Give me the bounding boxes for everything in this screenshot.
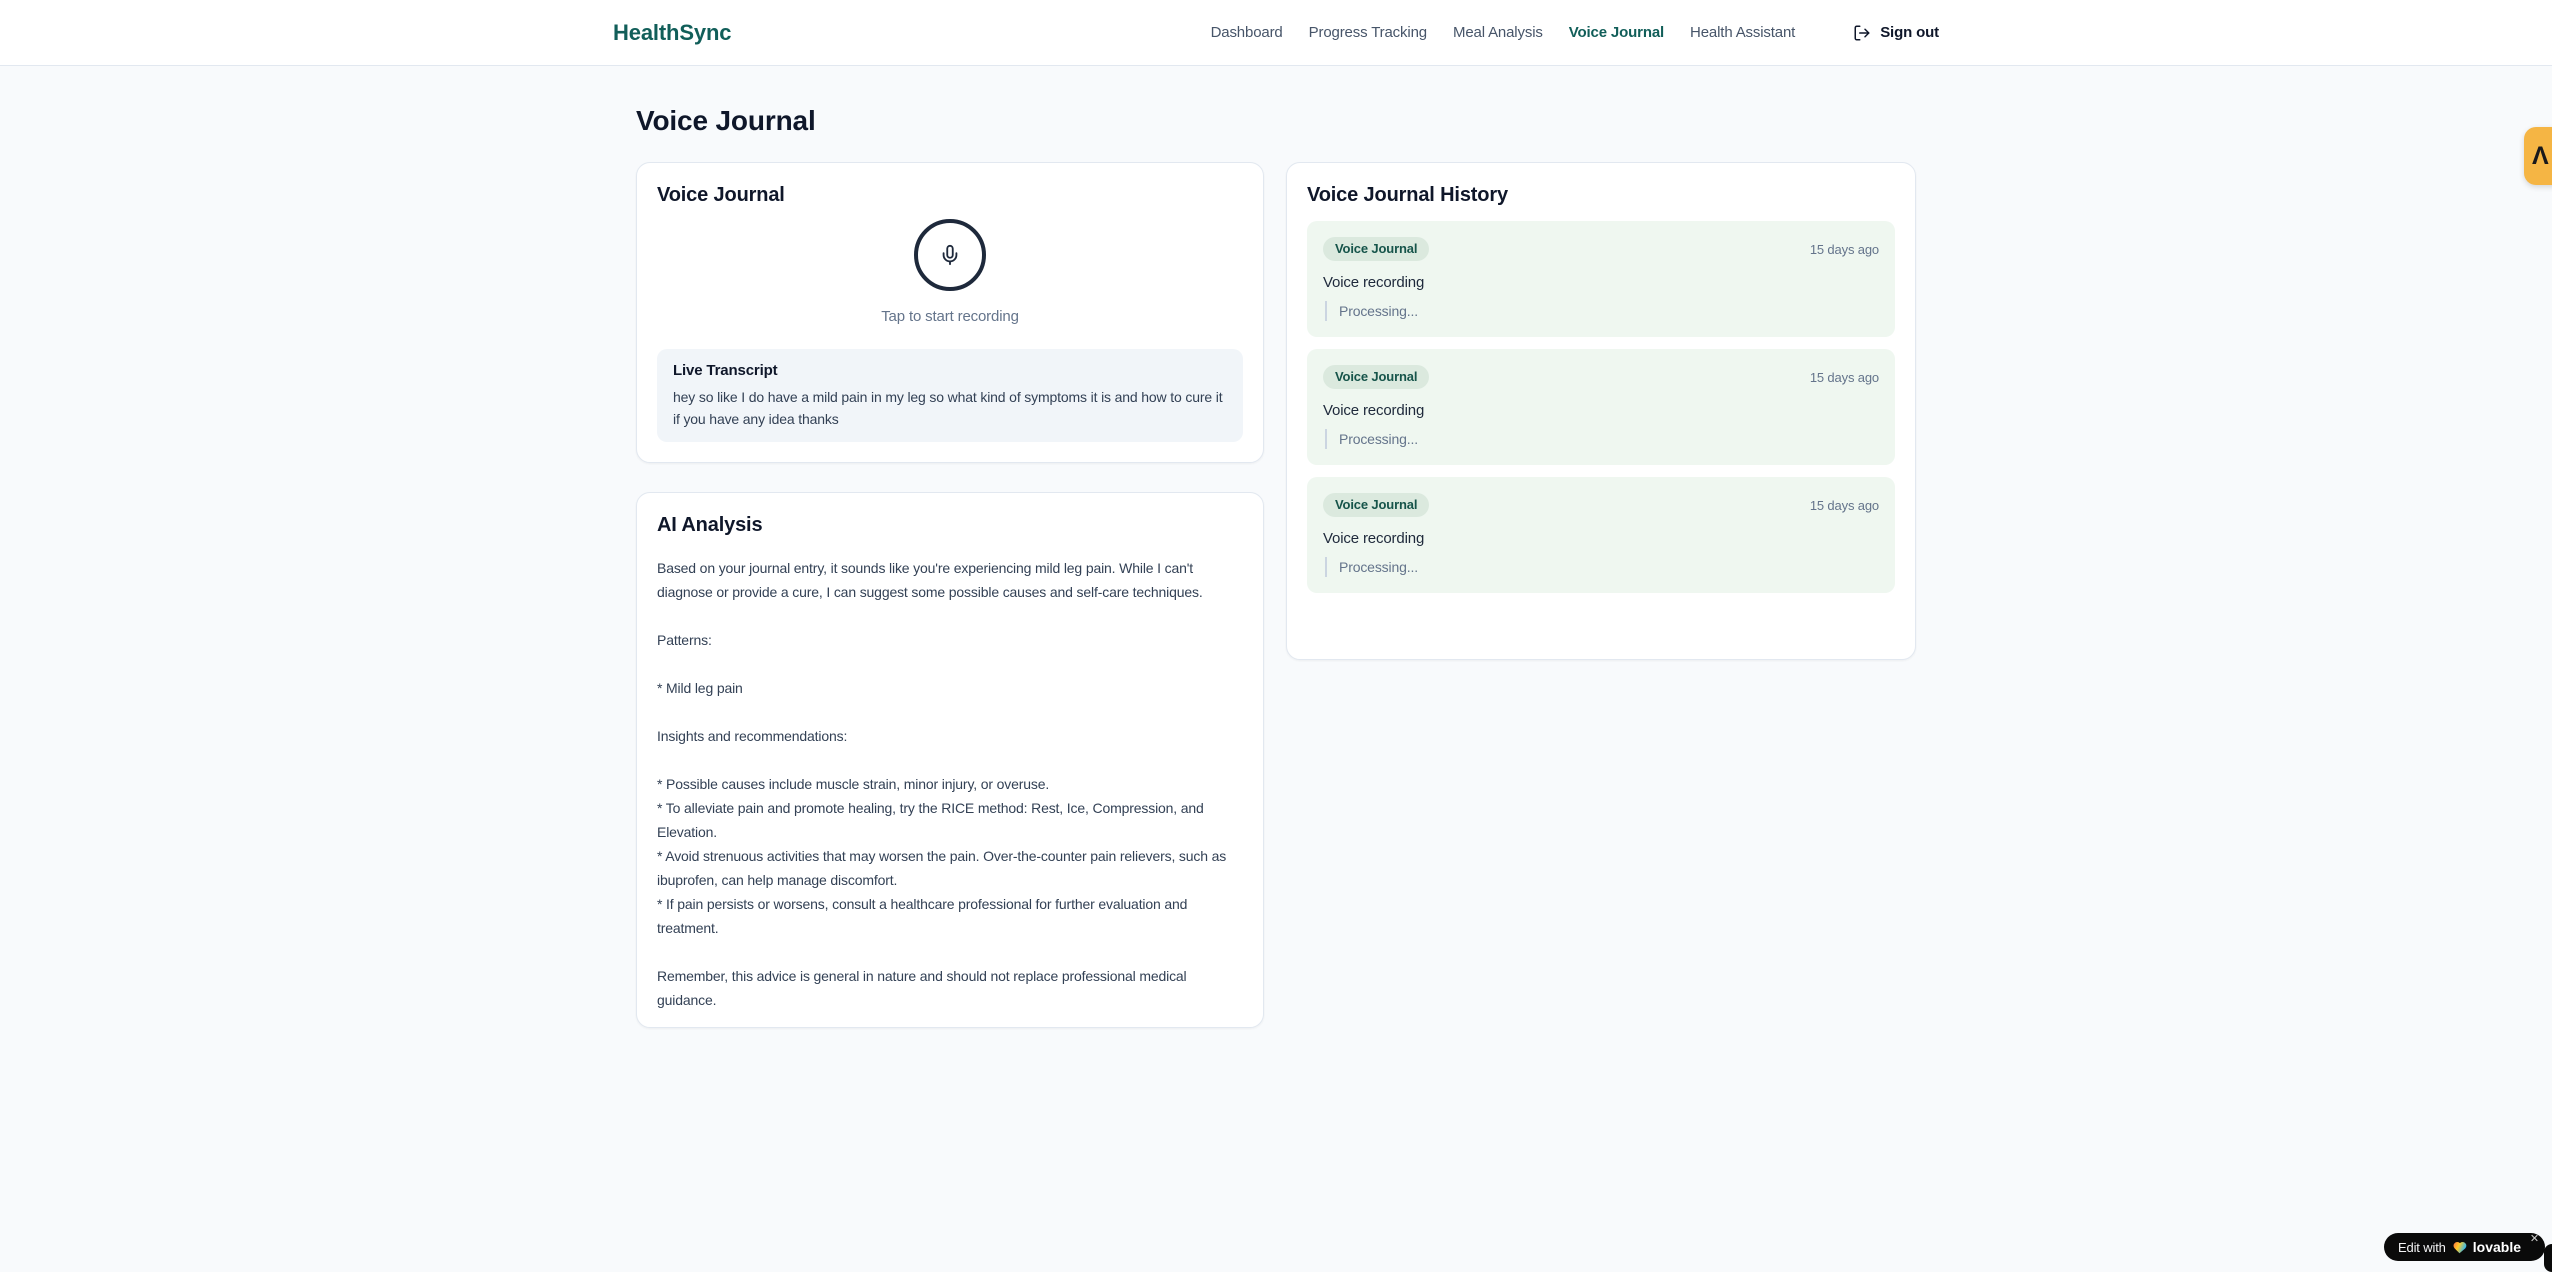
app-logo[interactable]: HealthSync	[613, 20, 731, 46]
entry-status: Processing...	[1325, 429, 1879, 449]
live-transcript-text: hey so like I do have a mild pain in my …	[673, 389, 1223, 427]
main-content: Voice Journal Voice Journal Tap to start…	[636, 66, 1916, 1028]
entry-status: Processing...	[1325, 557, 1879, 577]
tap-to-record-hint: Tap to start recording	[881, 308, 1019, 325]
entry-title: Voice recording	[1323, 274, 1425, 291]
history-card-title: Voice Journal History	[1307, 184, 1508, 206]
entry-title: Voice recording	[1323, 402, 1425, 419]
recorder-body: Tap to start recording Live Transcript h…	[657, 219, 1243, 442]
edit-with-lovable-badge[interactable]: Edit with lovable ✕	[2383, 1233, 2545, 1261]
nav-item-voice-journal[interactable]: Voice Journal	[1569, 24, 1664, 41]
entry-type-badge: Voice Journal	[1323, 365, 1430, 389]
microphone-icon	[939, 244, 961, 266]
nav-item-progress-tracking[interactable]: Progress Tracking	[1309, 24, 1427, 41]
nav-item-meal-analysis[interactable]: Meal Analysis	[1453, 24, 1543, 41]
left-column: Voice Journal Tap to start recording Liv…	[636, 162, 1264, 1028]
entry-timestamp: 15 days ago	[1809, 241, 1879, 257]
lovable-close-icon[interactable]: ✕	[2530, 1234, 2539, 1245]
history-entry[interactable]: Voice Journal 15 days ago Voice recordin…	[1307, 349, 1895, 465]
nav-item-health-assistant[interactable]: Health Assistant	[1690, 24, 1795, 41]
corner-widget-chip[interactable]	[2544, 1244, 2552, 1272]
entry-title: Voice recording	[1323, 530, 1425, 547]
live-transcript-box: Live Transcript hey so like I do have a …	[657, 349, 1243, 442]
page-title: Voice Journal	[636, 105, 816, 136]
record-button[interactable]	[914, 219, 986, 291]
sign-out-label: Sign out	[1880, 24, 1939, 41]
ai-analysis-body: Based on your journal entry, it sounds l…	[657, 560, 1227, 1008]
lovable-heart-icon	[2452, 1240, 2467, 1254]
entry-type-badge: Voice Journal	[1323, 237, 1430, 261]
voice-journal-history-card: Voice Journal History Voice Journal 15 d…	[1286, 162, 1916, 660]
browser-extension-badge[interactable]: Λ	[2524, 127, 2552, 185]
log-out-icon	[1853, 24, 1871, 42]
history-entry[interactable]: Voice Journal 15 days ago Voice recordin…	[1307, 221, 1895, 337]
history-entry[interactable]: Voice Journal 15 days ago Voice recordin…	[1307, 477, 1895, 593]
extension-logo-icon: Λ	[2532, 141, 2549, 170]
nav-item-dashboard[interactable]: Dashboard	[1211, 24, 1283, 41]
ai-analysis-title: AI Analysis	[657, 514, 763, 536]
history-list: Voice Journal 15 days ago Voice recordin…	[1307, 221, 1895, 593]
entry-timestamp: 15 days ago	[1809, 497, 1879, 513]
sign-out-button[interactable]: Sign out	[1853, 24, 1939, 42]
lovable-badge-brand: lovable	[2472, 1239, 2521, 1255]
content-grid: Voice Journal Tap to start recording Liv…	[636, 162, 1916, 1028]
history-entry-header: Voice Journal 15 days ago	[1323, 493, 1879, 517]
lovable-badge-prefix: Edit with	[2397, 1239, 2446, 1255]
entry-status: Processing...	[1325, 301, 1879, 321]
main-nav: Dashboard Progress Tracking Meal Analysi…	[1211, 24, 1940, 42]
entry-type-badge: Voice Journal	[1323, 493, 1430, 517]
ai-analysis-card: AI Analysis Based on your journal entry,…	[636, 492, 1264, 1028]
history-entry-header: Voice Journal 15 days ago	[1323, 237, 1879, 261]
entry-timestamp: 15 days ago	[1809, 369, 1879, 385]
history-entry-header: Voice Journal 15 days ago	[1323, 365, 1879, 389]
navbar-inner: HealthSync Dashboard Progress Tracking M…	[613, 0, 1939, 65]
voice-journal-recorder-card: Voice Journal Tap to start recording Liv…	[636, 162, 1264, 463]
top-navbar: HealthSync Dashboard Progress Tracking M…	[0, 0, 2552, 66]
live-transcript-title: Live Transcript	[673, 362, 778, 379]
recorder-card-title: Voice Journal	[657, 184, 785, 206]
